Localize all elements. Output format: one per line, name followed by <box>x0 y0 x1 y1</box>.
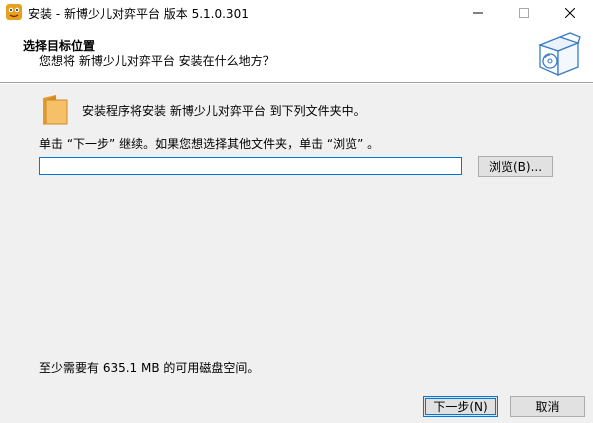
title-bar: 安装 - 新博少儿对弈平台 版本 5.1.0.301 <box>0 0 593 25</box>
minimize-icon <box>473 8 483 18</box>
next-button-label: 下一步(N) <box>433 400 488 414</box>
install-box-icon <box>536 31 582 79</box>
browse-button[interactable]: 浏览(B)... <box>478 156 553 177</box>
cancel-button[interactable]: 取消 <box>510 396 585 417</box>
wizard-body: 安装程序将安装 新博少儿对弈平台 到下列文件夹中。 单击 “下一步” 继续。如果… <box>0 84 593 378</box>
maximize-icon <box>519 7 529 18</box>
next-button[interactable]: 下一步(N) <box>423 396 498 417</box>
instruction-text: 单击 “下一步” 继续。如果您想选择其他文件夹，单击 “浏览” 。 <box>39 137 380 151</box>
disk-space-message: 至少需要有 635.1 MB 的可用磁盘空间。 <box>39 361 260 375</box>
install-path-input[interactable] <box>39 157 462 175</box>
close-button[interactable] <box>547 0 593 25</box>
page-subtitle: 您想将 新博少儿对弈平台 安装在什么地方？ <box>39 54 275 68</box>
folder-icon <box>40 94 70 126</box>
app-icon <box>6 4 22 20</box>
install-location-message: 安装程序将安装 新博少儿对弈平台 到下列文件夹中。 <box>82 104 366 118</box>
cancel-button-label: 取消 <box>535 400 560 414</box>
wizard-header: 选择目标位置 您想将 新博少儿对弈平台 安装在什么地方？ <box>0 25 593 82</box>
close-icon <box>565 7 575 18</box>
maximize-button[interactable] <box>501 0 547 25</box>
wizard-footer: 下一步(N) 取消 <box>0 378 593 423</box>
window-title: 安装 - 新博少儿对弈平台 版本 5.1.0.301 <box>28 7 249 21</box>
minimize-button[interactable] <box>455 0 501 25</box>
